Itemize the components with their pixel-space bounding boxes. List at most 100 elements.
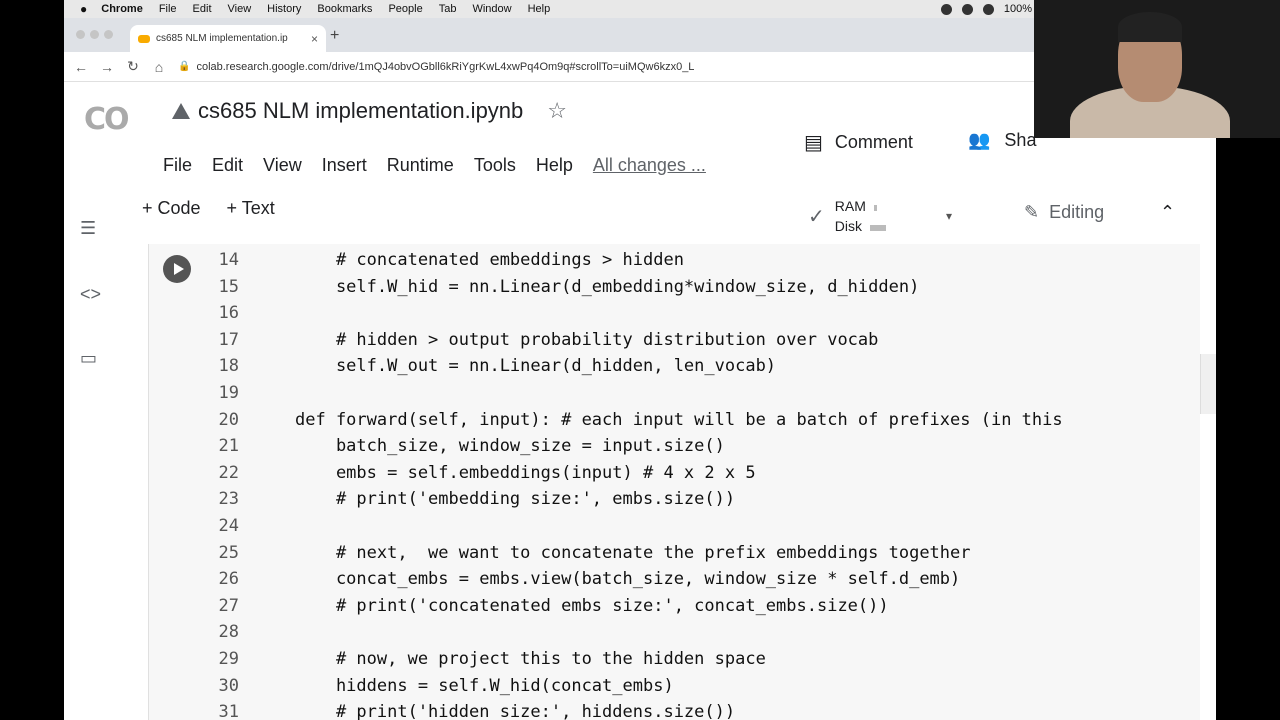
apple-icon[interactable]: ● <box>80 2 87 16</box>
line-number: 19 <box>218 382 239 403</box>
line-number: 23 <box>218 489 239 510</box>
back-icon[interactable]: ← <box>68 59 94 75</box>
code-text[interactable]: # next, we want to concatenate the prefi… <box>295 540 971 567</box>
check-icon: ✓ <box>808 205 825 228</box>
line-number: 26 <box>218 569 239 590</box>
mac-menubar: ● Chrome File Edit View History Bookmark… <box>64 0 1040 18</box>
screen: ● Chrome File Edit View History Bookmark… <box>0 0 1280 720</box>
line-number: 17 <box>218 329 239 350</box>
menu-file[interactable]: File <box>163 155 192 176</box>
drive-icon[interactable] <box>172 103 190 119</box>
lock-icon[interactable]: 🔒 <box>178 61 190 72</box>
editing-mode-button[interactable]: ✎ Editing <box>1024 202 1104 223</box>
code-text[interactable]: # now, we project this to the hidden spa… <box>295 646 766 673</box>
disk-bar <box>870 225 886 231</box>
code-text[interactable]: self.W_out = nn.Linear(d_hidden, len_voc… <box>295 353 776 380</box>
ram-bar <box>873 205 877 211</box>
notebook-title: cs685 NLM implementation.ipynb ☆ <box>172 98 567 124</box>
comment-button[interactable]: ▤ Comment <box>804 130 913 155</box>
add-text-button[interactable]: + Text <box>227 198 275 219</box>
menu-bookmarks[interactable]: Bookmarks <box>317 3 372 15</box>
browser-tab[interactable]: cs685 NLM implementation.ip × <box>130 25 326 52</box>
menu-chrome[interactable]: Chrome <box>101 3 143 15</box>
battery-label[interactable]: 100% <box>1004 3 1032 15</box>
menu-insert[interactable]: Insert <box>322 155 367 176</box>
status-icon[interactable] <box>940 3 952 15</box>
collapse-header-button[interactable]: ⌃ <box>1160 202 1175 223</box>
menu-tools[interactable]: Tools <box>474 155 516 176</box>
code-text[interactable]: self.W_hid = nn.Linear(d_embedding*windo… <box>295 274 919 301</box>
code-cell[interactable]: 14 # concatenated embeddings > hidden 15 … <box>148 244 1200 720</box>
line-number: 22 <box>218 462 239 483</box>
status-icon[interactable] <box>961 3 973 15</box>
minimize-window-icon[interactable] <box>90 30 99 39</box>
comment-icon: ▤ <box>804 132 823 154</box>
cell-toolbar: + Code + Text <box>142 198 301 219</box>
menu-view[interactable]: View <box>228 3 252 15</box>
table-of-contents-icon[interactable]: ☰ <box>80 218 96 239</box>
menu-edit[interactable]: Edit <box>193 3 212 15</box>
add-code-button[interactable]: + Code <box>142 198 201 219</box>
line-number: 20 <box>218 409 239 430</box>
code-text[interactable]: # concatenated embeddings > hidden <box>295 247 684 274</box>
pencil-icon: ✎ <box>1024 202 1040 222</box>
menu-help[interactable]: Help <box>528 3 551 15</box>
reload-icon[interactable]: ↻ <box>120 58 146 75</box>
chevron-down-icon[interactable]: ▾ <box>946 209 952 223</box>
menu-tab[interactable]: Tab <box>439 3 457 15</box>
line-number: 16 <box>218 303 239 324</box>
code-text[interactable]: # hidden > output probability distributi… <box>295 327 878 354</box>
runtime-resources[interactable]: ✓ RAM Disk ▾ <box>808 196 952 236</box>
star-icon[interactable]: ☆ <box>547 98 567 124</box>
close-tab-icon[interactable]: × <box>311 32 318 46</box>
maximize-window-icon[interactable] <box>104 30 113 39</box>
menu-window[interactable]: Window <box>472 3 511 15</box>
scrollbar[interactable] <box>1200 354 1216 414</box>
line-number: 31 <box>218 702 239 720</box>
home-icon[interactable]: ⌂ <box>146 59 172 75</box>
status-area: 100% <box>940 3 1032 15</box>
code-text[interactable]: concat_embs = embs.view(batch_size, wind… <box>295 566 960 593</box>
url-input[interactable]: colab.research.google.com/drive/1mQJ4obv… <box>196 61 836 73</box>
code-text[interactable]: # print('embedding size:', embs.size()) <box>295 486 735 513</box>
close-window-icon[interactable] <box>76 30 85 39</box>
menu-runtime[interactable]: Runtime <box>387 155 454 176</box>
notebook-menubar: File Edit View Insert Runtime Tools Help… <box>163 155 726 176</box>
code-text[interactable]: hiddens = self.W_hid(concat_embs) <box>295 673 674 700</box>
line-number: 18 <box>218 356 239 377</box>
editing-label: Editing <box>1049 202 1105 222</box>
line-number: 30 <box>218 675 239 696</box>
code-text[interactable]: # print('hidden size:', hiddens.size()) <box>295 699 735 720</box>
share-button[interactable]: 👥 Sha <box>968 130 1036 151</box>
menu-help[interactable]: Help <box>536 155 573 176</box>
menu-history[interactable]: History <box>267 3 301 15</box>
code-text[interactable]: batch_size, window_size = input.size() <box>295 433 725 460</box>
disk-label: Disk <box>834 218 862 234</box>
save-status-link[interactable]: All changes ... <box>593 155 706 176</box>
menu-file[interactable]: File <box>159 3 177 15</box>
tab-title: cs685 NLM implementation.ip <box>156 33 288 44</box>
code-text[interactable]: embs = self.embeddings(input) # 4 x 2 x … <box>295 460 756 487</box>
code-text[interactable]: # print('concatenated embs size:', conca… <box>295 593 889 620</box>
line-number: 28 <box>218 622 239 643</box>
run-cell-button[interactable] <box>163 255 191 283</box>
window-controls <box>76 30 113 39</box>
code-snippets-icon[interactable]: <> <box>80 284 101 305</box>
resource-labels: RAM Disk <box>835 196 886 236</box>
new-tab-button[interactable]: + <box>330 27 339 45</box>
wifi-icon[interactable] <box>982 3 994 15</box>
files-icon[interactable]: ▭ <box>80 348 97 369</box>
forward-icon[interactable]: → <box>94 59 120 75</box>
code-text[interactable]: def forward(self, input): # each input w… <box>295 407 1063 434</box>
menu-view[interactable]: View <box>263 155 302 176</box>
comment-label: Comment <box>834 132 913 152</box>
colab-logo[interactable]: CO <box>84 102 130 137</box>
share-label: Sha <box>1004 130 1037 150</box>
notebook-title-text[interactable]: cs685 NLM implementation.ipynb <box>198 98 523 124</box>
line-number: 27 <box>218 595 239 616</box>
menu-edit[interactable]: Edit <box>212 155 243 176</box>
menu-people[interactable]: People <box>388 3 422 15</box>
presenter-hair <box>1118 12 1182 42</box>
line-number: 21 <box>218 436 239 457</box>
line-number: 15 <box>218 276 239 297</box>
